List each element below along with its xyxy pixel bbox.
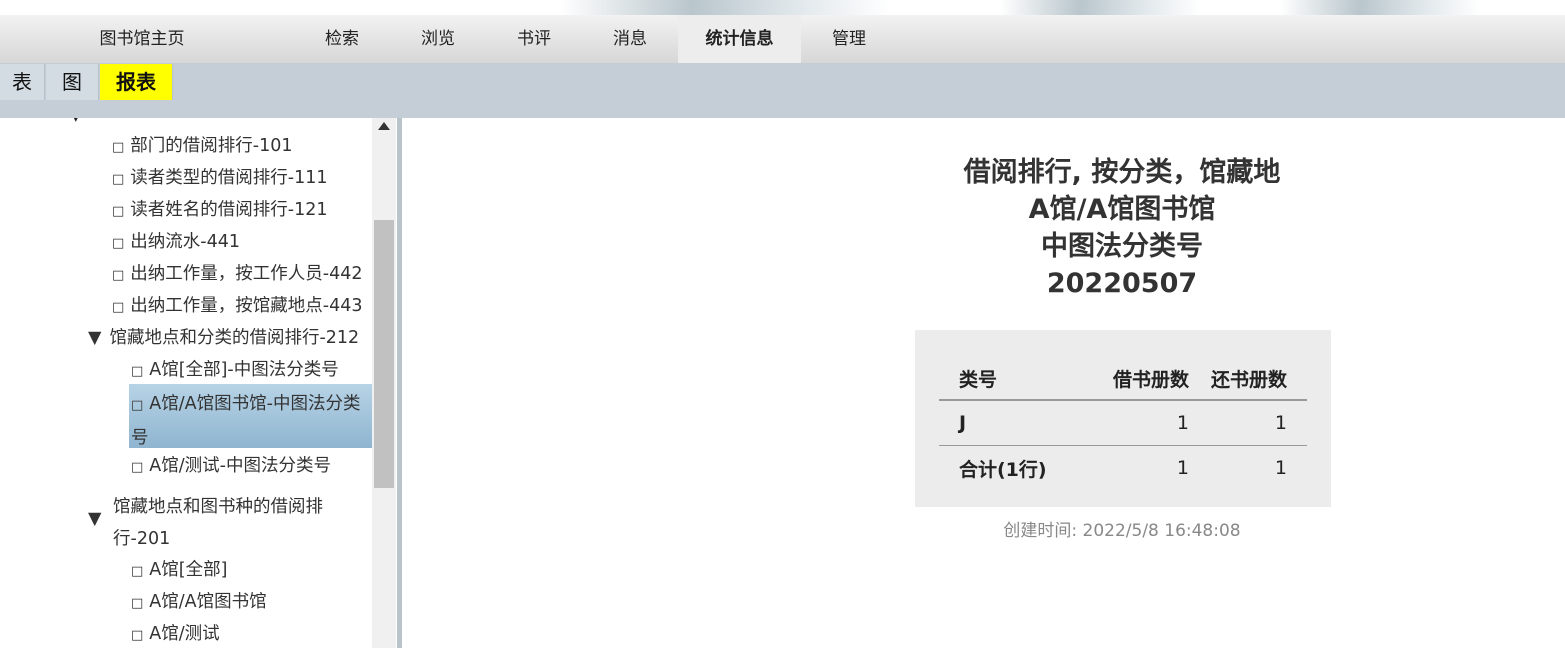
bullet-icon: □ [131,398,144,413]
subtab-bar: 表 图 报表 [0,63,1565,118]
tree-item[interactable]: □ 出纳工作量，按工作人员-442 [112,260,363,285]
expand-icon[interactable]: ▼ [88,328,101,348]
tab-report[interactable]: 报表 [100,64,173,100]
col-header-returned: 还书册数 [1190,358,1307,401]
report-title-line: A馆/A馆图书馆 [1028,194,1216,225]
report-table: 类号 借书册数 还书册数 J 1 1 合计(1行) 1 1 [939,358,1307,490]
bullet-icon: □ [112,300,125,315]
cell-total-returned: 1 [1274,457,1287,479]
tree-item[interactable]: □ 出纳流水-441 [112,228,240,253]
nav-statistics[interactable]: 统计信息 [678,15,801,63]
bullet-icon: □ [131,564,144,579]
bullet-icon: □ [112,268,125,283]
scrollbar-thumb[interactable] [374,220,394,488]
nav-messages[interactable]: 消息 [590,15,670,63]
report-title-line: 20220507 [1046,268,1198,299]
table-header-row: 类号 借书册数 还书册数 [939,358,1307,401]
col-header-class: 类号 [939,358,1070,401]
cell-borrowed: 1 [1070,400,1190,446]
tree-item[interactable]: □ A馆/测试 [131,620,220,645]
report-title-line: 中图法分类号 [1041,231,1203,262]
cell-total-label: 合计(1行) [959,458,1047,481]
report-title: 借阅排行, 按分类，馆藏地 A馆/A馆图书馆 中图法分类号 20220507 [922,154,1322,302]
report-title-line: 借阅排行, 按分类，馆藏地 [963,157,1281,188]
col-header-borrowed: 借书册数 [1070,358,1190,401]
tab-table[interactable]: 表 [0,64,45,100]
bullet-icon: □ [112,236,125,251]
tree-item[interactable]: □ A馆/A馆图书馆 [131,588,267,613]
bullet-icon: □ [131,628,144,643]
cell-class: J [939,400,1070,446]
bullet-icon: □ [131,596,144,611]
created-time: 创建时间: 2022/5/8 16:48:08 [1003,521,1241,541]
tree-item[interactable]: □ 出纳工作量，按馆藏地点-443 [112,292,363,317]
nav-browse[interactable]: 浏览 [398,15,478,63]
tree-item[interactable]: □ 部门的借阅排行-101 [112,132,293,157]
cell-returned: 1 [1190,400,1307,446]
nav-library-home[interactable]: 图书馆主页 [77,15,207,63]
tree-folder-201[interactable]: ▼ 馆藏地点和图书种的借阅排 行-201 [88,491,323,555]
tree-item[interactable]: □ 读者类型的借阅排行-111 [112,164,328,189]
report-tree-panel: ▼ □部门的借阅排行-101 □读者类型的借阅排行-111 □读者姓名的借阅排行… [0,118,402,648]
nav-search[interactable]: 检索 [302,15,382,63]
bullet-icon: □ [131,460,144,475]
bullet-icon: □ [112,204,125,219]
nav-reviews[interactable]: 书评 [494,15,574,63]
top-banner [0,0,1565,15]
cell-total-borrowed: 1 [1176,457,1189,479]
tree-item[interactable]: □ A馆[全部] [131,556,227,581]
expand-icon[interactable]: ▼ [88,503,101,535]
table-total-row: 合计(1行) 1 1 [939,446,1307,491]
tree-folder-212[interactable]: ▼ 馆藏地点和分类的借阅排行-212 [88,324,359,349]
bullet-icon: □ [131,364,144,379]
tab-chart[interactable]: 图 [46,64,99,100]
report-table-container: 类号 借书册数 还书册数 J 1 1 合计(1行) 1 1 [915,330,1331,507]
nav-admin[interactable]: 管理 [809,15,889,63]
tree-item[interactable]: □ A馆[全部]-中图法分类号 [131,356,339,381]
bullet-icon: □ [112,172,125,187]
tree-item-selected[interactable]: □ A馆/A馆图书馆-中图法分类号 [129,384,372,448]
table-row: J 1 1 [939,400,1307,446]
expand-icon[interactable]: ▼ [70,118,82,124]
tree-item[interactable]: □ 读者姓名的借阅排行-121 [112,196,328,221]
scroll-up-arrow-icon[interactable] [378,122,390,130]
main-nav: 图书馆主页 检索 浏览 书评 消息 统计信息 管理 [0,15,1565,63]
report-view: 借阅排行, 按分类，馆藏地 A馆/A馆图书馆 中图法分类号 20220507 类… [402,118,1565,648]
tree-item[interactable]: □ A馆/测试-中图法分类号 [131,452,331,477]
bullet-icon: □ [112,140,125,155]
